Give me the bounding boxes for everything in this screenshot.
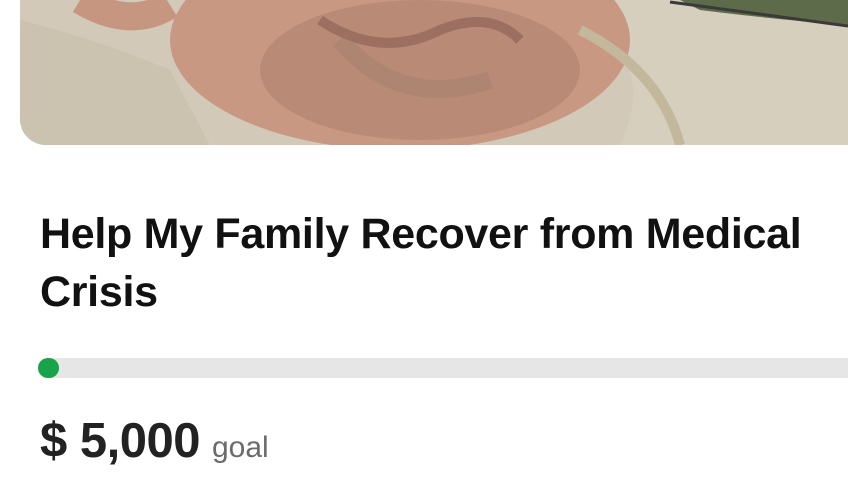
goal-label: goal: [212, 431, 269, 464]
campaign-title: Help My Family Recover from Medical Cris…: [40, 210, 802, 316]
goal-summary: $ 5,000 goal: [40, 413, 269, 469]
fundraising-progress-bar: [38, 358, 848, 378]
progress-bar-fill: [38, 358, 59, 378]
goal-amount: $ 5,000: [40, 414, 201, 468]
photo-illustration: [20, 0, 848, 145]
campaign-hero-image[interactable]: [20, 0, 848, 145]
